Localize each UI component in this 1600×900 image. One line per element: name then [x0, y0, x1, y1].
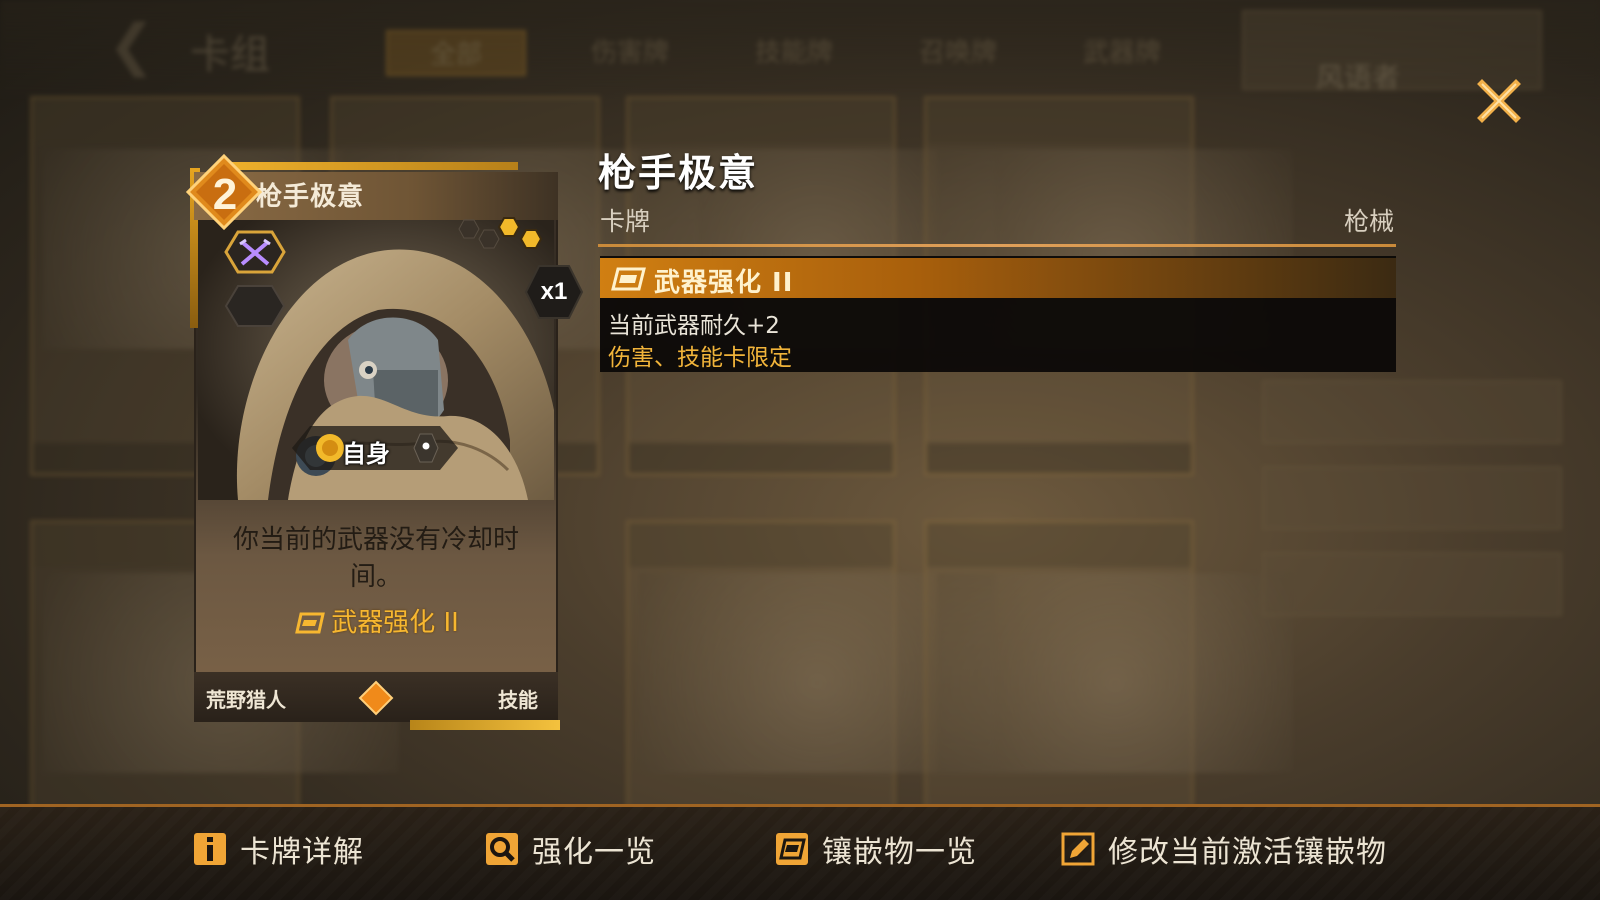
card-class: 荒野猎人	[206, 688, 286, 712]
close-icon[interactable]	[1476, 78, 1522, 124]
card-keyword: 武器强化 II	[210, 602, 542, 639]
background-character-name: 风语者	[1316, 61, 1401, 94]
edit-active-inlay-label: 修改当前激活镶嵌物	[1108, 835, 1387, 870]
inlay-icon	[776, 833, 808, 865]
keyword-restriction: 伤害、技能卡限定	[608, 345, 792, 371]
background-side-card	[1262, 380, 1562, 444]
card-description: 你当前的武器没有冷却时间。	[232, 525, 519, 592]
edit-active-inlay-button[interactable]: 修改当前激活镶嵌物	[1060, 824, 1387, 874]
card-type: 技能	[498, 688, 538, 712]
upgrade-list-button[interactable]: 强化一览	[484, 824, 656, 874]
inlay-icon	[295, 612, 326, 634]
background-tab-weapon: 武器牌	[1082, 38, 1161, 68]
detail-subtitle: 卡牌	[600, 207, 651, 236]
card-keyword-text: 武器强化 II	[331, 608, 459, 638]
energy-pips-icon	[458, 217, 543, 249]
detail-tag: 枪械	[1343, 207, 1394, 236]
card-target: 自身	[342, 440, 390, 468]
inlay-list-label: 镶嵌物一览	[822, 835, 977, 870]
card-preview: 枪手极意 2 自身 x1 你当前的武器没有冷却时间。 武器强化 II 荒野猎人 …	[186, 154, 584, 730]
card-details-label: 卡牌详解	[240, 835, 364, 870]
background-tab-summon: 召唤牌	[918, 38, 997, 68]
keyword-effect: 当前武器耐久+2	[608, 313, 780, 339]
card-count: x1	[540, 278, 568, 305]
background-tab-all: 全部	[386, 30, 526, 76]
upgrade-list-label: 强化一览	[532, 835, 656, 870]
background-tab-skill: 技能牌	[754, 38, 833, 68]
edit-icon	[1061, 832, 1095, 866]
inlay-icon	[611, 267, 646, 291]
keyword-name: 武器强化 II	[654, 268, 794, 298]
card-cost: 2	[212, 170, 238, 219]
background-screen-title: 卡组	[190, 32, 270, 78]
detail-divider	[598, 244, 1396, 247]
magnifier-icon	[486, 833, 518, 865]
crossed-guns-icon	[224, 230, 286, 274]
card-gold-frame-top	[218, 162, 518, 170]
class-gem-icon	[358, 680, 394, 716]
inlay-list-button[interactable]: 镶嵌物一览	[774, 824, 977, 874]
background-side-card	[1262, 466, 1562, 530]
background-back-arrow-icon: ❮	[108, 13, 155, 78]
background-side-card	[1262, 552, 1562, 616]
card-details-button[interactable]: 卡牌详解	[192, 824, 364, 874]
detail-title: 枪手极意	[598, 151, 759, 195]
info-icon	[194, 833, 226, 865]
card-gold-frame-bottom	[410, 720, 560, 730]
background-tab-damage: 伤害牌	[590, 38, 669, 68]
empty-slot-icon	[224, 285, 286, 327]
card-name: 枪手极意	[256, 182, 365, 212]
